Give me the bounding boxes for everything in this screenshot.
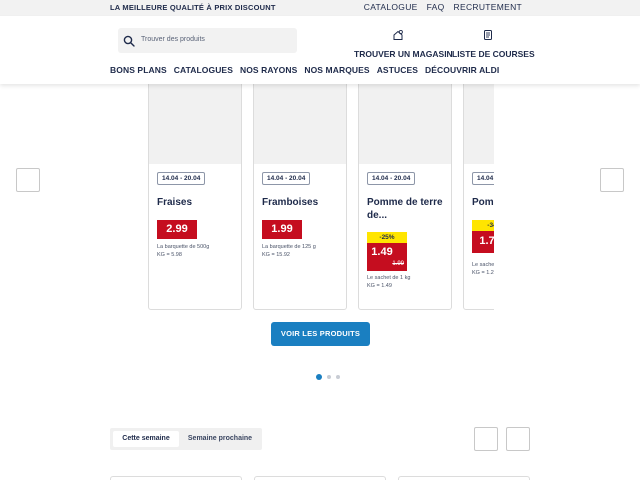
shopping-list-button[interactable]: LISTE DE COURSES <box>452 28 535 59</box>
carousel-dot-1[interactable] <box>316 374 322 380</box>
nav-catalogues[interactable]: CATALOGUES <box>174 65 233 75</box>
search-placeholder: Trouver des produits <box>141 36 205 43</box>
discount-badge: -25% <box>367 232 407 243</box>
store-pin-icon <box>393 29 403 40</box>
carousel-dot-2[interactable] <box>327 375 331 379</box>
product-image <box>359 84 451 164</box>
offer-date: 14.04 <box>472 172 494 185</box>
search-input[interactable]: Trouver des produits <box>118 28 297 53</box>
offer-date: 14.04 - 20.04 <box>262 172 311 185</box>
product-unit: La barquette de 125 g <box>262 244 316 250</box>
search-icon[interactable] <box>123 34 135 52</box>
main-nav: BONS PLANS CATALOGUES NOS RAYONS NOS MAR… <box>110 65 499 75</box>
product-kg-price: KG = 1.49 <box>367 283 392 289</box>
product-unit: Le sachet <box>472 262 494 268</box>
offer-date: 14.04 - 20.04 <box>367 172 416 185</box>
product-image <box>149 84 241 164</box>
nav-astuces[interactable]: ASTUCES <box>377 65 418 75</box>
product-kg-price: KG = 5.98 <box>157 252 182 258</box>
product-unit: Le sachet de 1 kg <box>367 275 411 281</box>
product-image <box>254 84 346 164</box>
bottom-card-2[interactable] <box>254 476 386 480</box>
link-recrutement[interactable]: RECRUTEMENT <box>454 2 522 12</box>
price-tag: 2.99 <box>157 220 197 239</box>
shopping-list-label: LISTE DE COURSES <box>452 49 535 59</box>
product-card-pomme-de-terre[interactable]: 14.04 - 20.04 Pomme de terre de... -25% … <box>358 84 452 310</box>
offer-date: 14.04 - 20.04 <box>157 172 206 185</box>
week-tabs: Cette semaine Semaine prochaine <box>110 428 262 450</box>
tagline: LA MEILLEURE QUALITÉ À PRIX DISCOUNT <box>110 3 276 12</box>
product-name: Framboises <box>262 197 319 208</box>
product-kg-price: KG = 1.2 <box>472 270 494 276</box>
nav-bons-plans[interactable]: BONS PLANS <box>110 65 167 75</box>
link-catalogue[interactable]: CATALOGUE <box>364 2 418 12</box>
price-tag: 1.7 <box>472 231 494 253</box>
product-image <box>464 84 494 164</box>
carousel-dot-3[interactable] <box>336 375 340 379</box>
top-bar: LA MEILLEURE QUALITÉ À PRIX DISCOUNT CAT… <box>0 0 640 16</box>
week-next-button[interactable] <box>506 427 530 451</box>
product-unit: La barquette de 500g <box>157 244 210 250</box>
product-carousel: 14.04 - 20.04 Fraises 2.99 La barquette … <box>0 84 640 310</box>
product-card-fraises[interactable]: 14.04 - 20.04 Fraises 2.99 La barquette … <box>148 84 242 310</box>
price-tag: 1.49 1.99 <box>367 243 407 271</box>
old-price: 1.99 <box>392 261 404 267</box>
nav-decouvrir-aldi[interactable]: DÉCOUVRIR ALDI <box>425 65 499 75</box>
price-tag: 1.99 <box>262 220 302 239</box>
discount-badge: -34 <box>472 220 494 231</box>
new-price: 1.49 <box>371 246 393 258</box>
main-header: Trouver des produits TROUVER UN MAGASIN … <box>0 16 640 84</box>
view-products-button[interactable]: VOIR LES PRODUITS <box>271 322 370 346</box>
bottom-card-1[interactable] <box>110 476 242 480</box>
product-name: Pomm <box>472 197 494 208</box>
bottom-card-3[interactable] <box>398 476 530 480</box>
carousel-prev-button[interactable] <box>16 168 40 192</box>
week-prev-button[interactable] <box>474 427 498 451</box>
product-card-pomme[interactable]: 14.04 Pomm -34 1.7 Le sachet KG = 1.2 <box>463 84 494 310</box>
product-name: Fraises <box>157 197 193 208</box>
product-name: Pomme de terre de... <box>367 197 443 221</box>
find-store-label: TROUVER UN MAGASIN <box>354 49 453 59</box>
product-kg-price: KG = 15.92 <box>262 252 290 258</box>
tab-semaine-prochaine[interactable]: Semaine prochaine <box>182 431 258 447</box>
carousel-next-button[interactable] <box>600 168 624 192</box>
carousel-dots <box>316 374 340 380</box>
find-store-button[interactable]: TROUVER UN MAGASIN <box>354 28 453 59</box>
nav-nos-rayons[interactable]: NOS RAYONS <box>240 65 297 75</box>
nav-nos-marques[interactable]: NOS MARQUES <box>304 65 369 75</box>
tab-cette-semaine[interactable]: Cette semaine <box>113 431 179 447</box>
carousel-viewport: 14.04 - 20.04 Fraises 2.99 La barquette … <box>146 84 494 310</box>
top-links: CATALOGUE FAQ RECRUTEMENT <box>364 2 522 12</box>
shopping-list-icon <box>484 30 492 40</box>
link-faq[interactable]: FAQ <box>427 2 445 12</box>
new-price: 1.7 <box>479 235 494 247</box>
product-card-framboises[interactable]: 14.04 - 20.04 Framboises 1.99 La barquet… <box>253 84 347 310</box>
